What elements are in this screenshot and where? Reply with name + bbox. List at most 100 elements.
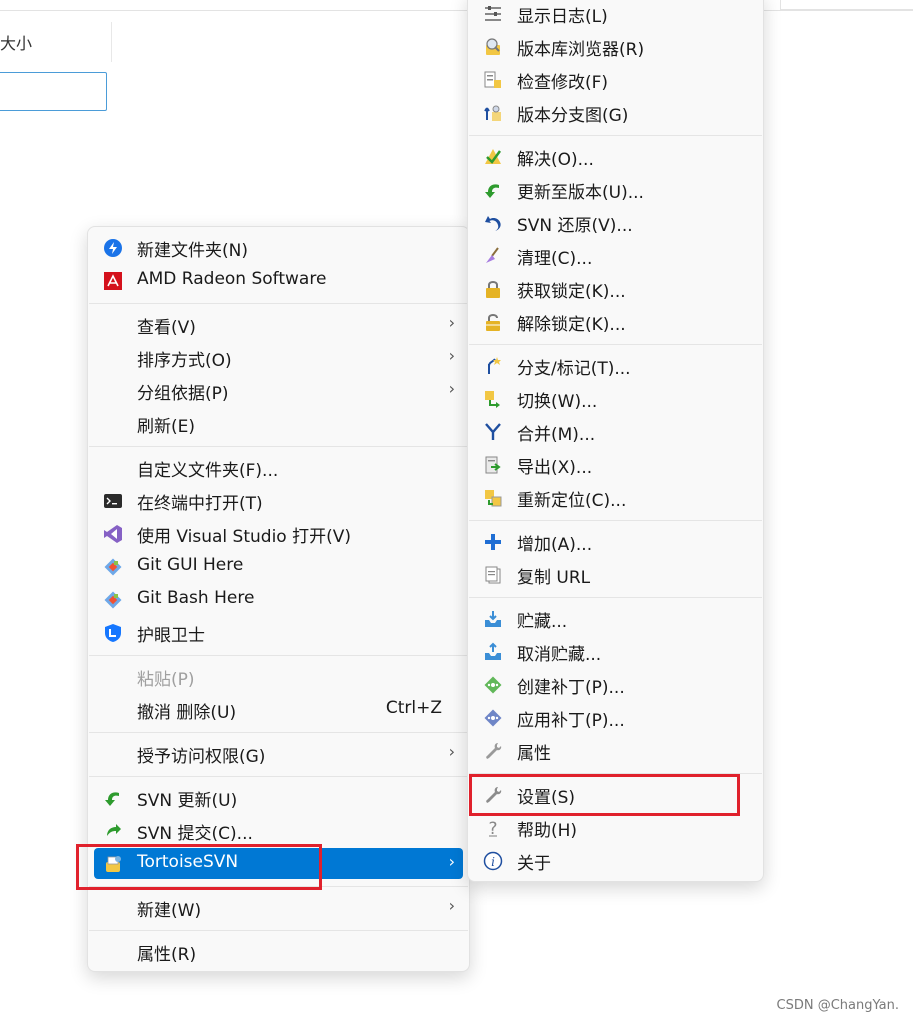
- svn-commit-icon: [103, 821, 123, 841]
- chevron-right-icon: ›: [448, 896, 455, 915]
- svn-menu-item-切换[interactable]: 切换(W)...: [474, 383, 757, 414]
- menu-item-新建[interactable]: 新建(W) ›: [94, 892, 463, 923]
- svn-menu-item-重新定位[interactable]: 重新定位(C)...: [474, 482, 757, 513]
- svn-menu-item-label: 清理(C)...: [517, 249, 593, 269]
- menu-item-授予访问权限[interactable]: 授予访问权限(G) ›: [94, 738, 463, 769]
- svn-menu-item-检查修改[interactable]: 检查修改(F): [474, 64, 757, 95]
- svn-menu-item-分支-标记[interactable]: 分支/标记(T)...: [474, 350, 757, 381]
- svn-menu-item-label: 分支/标记(T)...: [517, 359, 631, 379]
- menu-item-git-bash-here[interactable]: Git Bash Here: [94, 584, 463, 615]
- svg-text:i: i: [491, 855, 495, 869]
- about-icon: i: [483, 851, 503, 871]
- eye-guard-icon: [103, 623, 123, 643]
- svn-menu-item-贮藏[interactable]: 贮藏...: [474, 603, 757, 634]
- column-header-size[interactable]: 大小: [0, 30, 32, 54]
- svn-menu-item-label: 检查修改(F): [517, 73, 609, 93]
- menu-item-git-gui-here[interactable]: Git GUI Here: [94, 551, 463, 582]
- svn-menu-item-label: 重新定位(C)...: [517, 491, 627, 511]
- add-icon: [483, 532, 503, 552]
- menu-item-在终端中打开[interactable]: 在终端中打开(T): [94, 485, 463, 516]
- svn-menu-item-属性[interactable]: 属性: [474, 735, 757, 766]
- svn-menu-item-关于[interactable]: i 关于: [474, 845, 757, 876]
- svn-menu-item-label: 显示日志(L): [517, 7, 608, 27]
- svn-menu-item-label: 贮藏...: [517, 612, 568, 632]
- menu-item-排序方式[interactable]: 排序方式(O) ›: [94, 342, 463, 373]
- menu-item-label: 粘贴(P): [137, 670, 195, 690]
- svn-menu-item-更新至版本[interactable]: 更新至版本(U)...: [474, 174, 757, 205]
- menu-item-label: 撤消 删除(U): [137, 703, 237, 723]
- settings-highlight-box: [469, 774, 740, 816]
- menu-item-label: 使用 Visual Studio 打开(V): [137, 527, 352, 547]
- menu-item-新建文件夹[interactable]: 新建文件夹(N): [94, 232, 463, 263]
- menu-item-label: SVN 提交(C)...: [137, 824, 253, 844]
- menu-item-label: 查看(V): [137, 318, 196, 338]
- svn-menu-item-版本分支图[interactable]: 版本分支图(G): [474, 97, 757, 128]
- chevron-right-icon: ›: [448, 313, 455, 332]
- menu-item-amd-radeon-software[interactable]: AMD Radeon Software: [94, 265, 463, 296]
- svn-menu-item-label: 复制 URL: [517, 568, 591, 588]
- svn-menu-item-创建补丁[interactable]: 创建补丁(P)...: [474, 669, 757, 700]
- menu-item-属性[interactable]: 属性(R): [94, 936, 463, 967]
- svn-menu-item-svn-还原[interactable]: SVN 还原(V)...: [474, 207, 757, 238]
- revert-icon: [483, 213, 503, 233]
- svn-menu-item-应用补丁[interactable]: 应用补丁(P)...: [474, 702, 757, 733]
- explorer-top-box: [780, 0, 913, 10]
- svn-menu-item-显示日志[interactable]: 显示日志(L): [474, 0, 757, 29]
- column-separator: [111, 22, 112, 62]
- menu-item-label: Git Bash Here: [137, 588, 255, 608]
- svn-menu-item-label: 版本库浏览器(R): [517, 40, 645, 60]
- svn-menu-item-帮助[interactable]: ? 帮助(H): [474, 812, 757, 843]
- relocate-icon: [483, 488, 503, 508]
- svn-menu-item-取消贮藏[interactable]: 取消贮藏...: [474, 636, 757, 667]
- svn-menu-item-增加[interactable]: 增加(A)...: [474, 526, 757, 557]
- menu-item-自定义文件夹[interactable]: 自定义文件夹(F)...: [94, 452, 463, 483]
- svn-menu-item-清理[interactable]: 清理(C)...: [474, 240, 757, 271]
- menu-item-svn-更新[interactable]: SVN 更新(U): [94, 782, 463, 813]
- menu-item-label: 排序方式(O): [137, 351, 232, 371]
- menu-item-label: Git GUI Here: [137, 555, 244, 575]
- new-folder-icon: [103, 238, 123, 258]
- visual-studio-icon: [103, 524, 123, 544]
- shortcut-text: Ctrl+Z: [385, 698, 442, 718]
- svn-menu-item-label: 关于: [517, 854, 551, 874]
- menu-item-分组依据[interactable]: 分组依据(P) ›: [94, 375, 463, 406]
- svn-menu-item-label: 获取锁定(K)...: [517, 282, 626, 302]
- rename-input[interactable]: [0, 72, 107, 111]
- svn-menu-item-合并[interactable]: 合并(M)...: [474, 416, 757, 447]
- switch-icon: [483, 389, 503, 409]
- menu-item-护眼卫士[interactable]: 护眼卫士: [94, 617, 463, 648]
- menu-separator: [89, 732, 468, 733]
- menu-item-刷新[interactable]: 刷新(E): [94, 408, 463, 439]
- menu-item-label: 在终端中打开(T): [137, 494, 263, 514]
- apply-patch-icon: [483, 708, 503, 728]
- menu-item-使用-visual-studio-打开[interactable]: 使用 Visual Studio 打开(V): [94, 518, 463, 549]
- create-patch-icon: [483, 675, 503, 695]
- chevron-right-icon: ›: [448, 742, 455, 761]
- svn-menu-item-复制-url[interactable]: 复制 URL: [474, 559, 757, 590]
- svn-menu-item-label: 解决(O)...: [517, 150, 594, 170]
- copy-url-icon: [483, 565, 503, 585]
- svn-menu-separator: [469, 597, 762, 598]
- svn-menu-item-获取锁定[interactable]: 获取锁定(K)...: [474, 273, 757, 304]
- svn-menu-item-导出[interactable]: 导出(X)...: [474, 449, 757, 480]
- svn-menu-item-label: 合并(M)...: [517, 425, 596, 445]
- tortoisesvn-highlight-box: [76, 844, 322, 890]
- svn-menu-item-版本库浏览器[interactable]: 版本库浏览器(R): [474, 31, 757, 62]
- svn-menu-item-label: 解除锁定(K)...: [517, 315, 626, 335]
- svn-menu-item-解除锁定[interactable]: 解除锁定(K)...: [474, 306, 757, 337]
- merge-icon: [483, 422, 503, 442]
- menu-item-svn-提交[interactable]: SVN 提交(C)...: [94, 815, 463, 846]
- menu-item-label: 新建(W): [137, 901, 202, 921]
- menu-item-撤消-删除[interactable]: 撤消 删除(U) Ctrl+Z: [94, 694, 463, 725]
- svn-update-icon: [103, 788, 123, 808]
- check-modifications-icon: [483, 70, 503, 90]
- menu-item-label: 授予访问权限(G): [137, 747, 266, 767]
- svn-menu-separator: [469, 135, 762, 136]
- svn-menu-item-解决[interactable]: 解决(O)...: [474, 141, 757, 172]
- menu-item-查看[interactable]: 查看(V) ›: [94, 309, 463, 340]
- menu-item-label: 新建文件夹(N): [137, 241, 248, 261]
- chevron-right-icon: ›: [448, 346, 455, 365]
- svn-menu-item-label: 应用补丁(P)...: [517, 711, 625, 731]
- branch-tag-icon: [483, 356, 503, 376]
- properties-wrench-icon: [483, 741, 503, 761]
